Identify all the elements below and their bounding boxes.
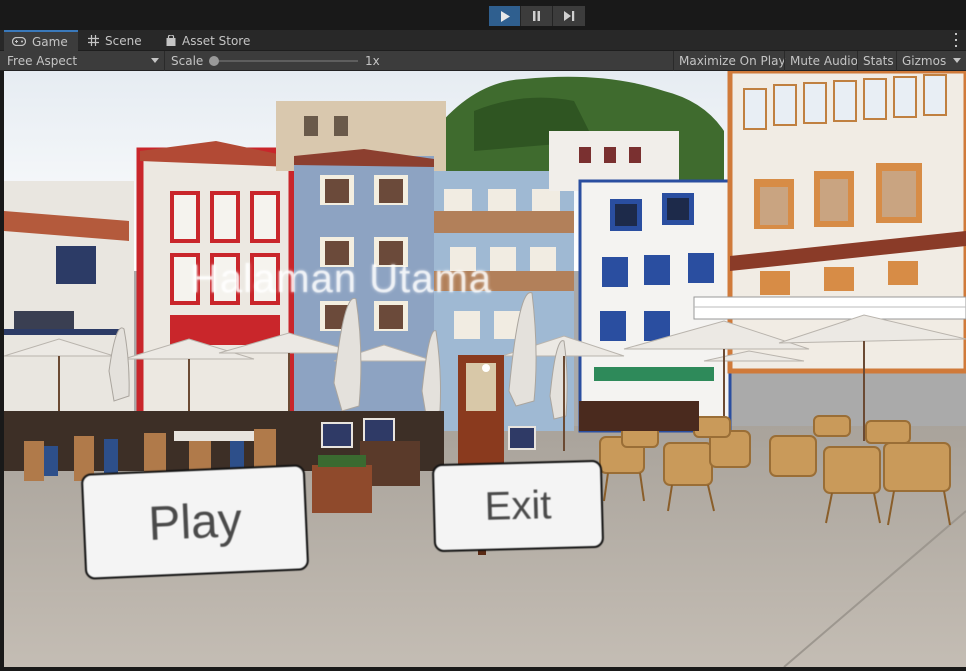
tab-game[interactable]: Game — [4, 30, 78, 51]
more-options-icon[interactable] — [952, 33, 960, 47]
gizmos-dropdown[interactable]: Gizmos — [896, 51, 966, 71]
tab-scene[interactable]: Scene — [80, 30, 150, 51]
view-tabs: Game Scene Asset Store — [0, 30, 966, 51]
tab-asset-store-label: Asset Store — [182, 33, 251, 48]
maximize-on-play-toggle[interactable]: Maximize On Play — [673, 51, 791, 71]
bag-icon — [166, 35, 176, 46]
mute-audio-toggle[interactable]: Mute Audio — [784, 51, 863, 71]
tab-scene-label: Scene — [105, 33, 142, 48]
scale-slider-thumb[interactable] — [209, 56, 219, 66]
cursor-dot — [482, 364, 490, 372]
play-button[interactable] — [489, 6, 521, 26]
tab-asset-store[interactable]: Asset Store — [158, 30, 258, 51]
chevron-down-icon — [151, 58, 159, 63]
scale-value: 1x — [365, 54, 380, 68]
gizmos-label: Gizmos — [902, 54, 947, 68]
unity-editor: Game Scene Asset Store Free Aspect Scale… — [0, 0, 966, 671]
tab-game-label: Game — [32, 34, 68, 49]
pause-icon — [533, 11, 540, 21]
step-icon — [563, 11, 574, 21]
scale-label: Scale — [171, 54, 204, 68]
main-menu-title: Halaman Utama — [190, 257, 493, 301]
gamepad-icon — [12, 37, 26, 46]
exit-game-button[interactable]: Exit — [431, 459, 605, 553]
play-game-button[interactable]: Play — [80, 464, 310, 580]
scale-slider[interactable] — [210, 60, 358, 62]
aspect-label: Free Aspect — [7, 54, 78, 68]
play-icon — [500, 10, 510, 22]
pause-button[interactable] — [521, 6, 553, 26]
stats-toggle[interactable]: Stats — [857, 51, 899, 71]
play-controls — [489, 6, 585, 26]
aspect-dropdown[interactable]: Free Aspect — [0, 51, 165, 71]
game-view-toolbar: Free Aspect Scale 1x Maximize On Play Mu… — [0, 51, 966, 71]
game-viewport[interactable]: Halaman Utama Play Exit — [4, 71, 966, 667]
grid-icon — [88, 35, 99, 46]
play-toolbar — [0, 0, 966, 30]
chevron-down-icon — [953, 58, 961, 63]
step-button[interactable] — [553, 6, 585, 26]
